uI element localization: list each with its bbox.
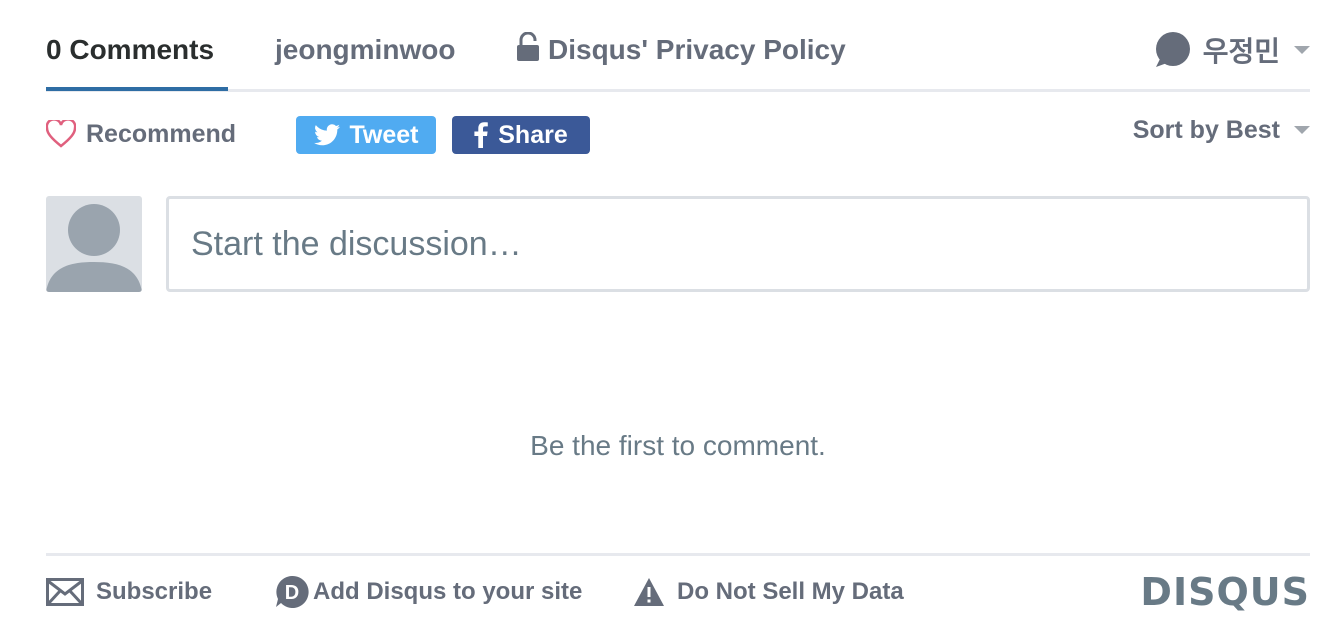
empty-state-message: Be the first to comment.: [530, 430, 826, 461]
tab-community[interactable]: jeongminwoo: [275, 30, 455, 70]
subscribe-label: Subscribe: [96, 578, 213, 605]
do-not-sell-link[interactable]: Do Not Sell My Data: [633, 574, 904, 610]
recommend-button[interactable]: Recommend: [46, 116, 236, 152]
default-user-icon: [46, 204, 142, 292]
envelope-icon: [46, 578, 84, 606]
privacy-policy-label: Disqus' Privacy Policy: [548, 34, 846, 65]
disqus-logo[interactable]: DISQUS: [1140, 570, 1310, 614]
do-not-sell-label: Do Not Sell My Data: [677, 578, 904, 605]
heart-icon: [46, 120, 76, 148]
facebook-share-button[interactable]: Share: [452, 116, 590, 154]
comments-nav: 0 Comments jeongminwoo Disqus' Privacy P…: [46, 0, 1310, 92]
disqus-d-icon: D: [276, 575, 309, 608]
avatar: [46, 196, 142, 292]
comment-composer[interactable]: [166, 196, 1310, 292]
sort-label: Sort by Best: [1132, 115, 1280, 144]
recommend-label: Recommend: [86, 119, 237, 148]
share-label: Share: [498, 120, 568, 149]
sort-dropdown[interactable]: Sort by Best: [1133, 112, 1310, 148]
tweet-label: Tweet: [349, 120, 419, 149]
twitter-bird-icon: [313, 124, 340, 146]
tab-comments[interactable]: 0 Comments: [46, 30, 214, 70]
user-name: 우정민: [1202, 36, 1280, 67]
subscribe-link[interactable]: Subscribe: [46, 574, 212, 610]
user-menu[interactable]: 우정민: [1153, 30, 1310, 70]
chevron-down-icon: [1294, 46, 1310, 54]
footer: Subscribe D Add Disqus to your site Do N…: [46, 553, 1310, 642]
comment-input[interactable]: [169, 199, 1307, 289]
svg-text:D: D: [285, 582, 299, 604]
lock-icon: [516, 31, 540, 62]
tweet-button[interactable]: Tweet: [296, 116, 436, 154]
facebook-f-icon: [474, 122, 489, 148]
tab-privacy-policy[interactable]: Disqus' Privacy Policy: [516, 30, 846, 70]
user-bubble-icon: [1155, 32, 1190, 67]
add-disqus-label: Add Disqus to your site: [313, 578, 583, 605]
add-disqus-link[interactable]: D Add Disqus to your site: [275, 574, 582, 610]
active-tab-underline: [46, 87, 228, 91]
warning-icon: [634, 578, 664, 606]
chevron-down-icon: [1294, 126, 1310, 134]
